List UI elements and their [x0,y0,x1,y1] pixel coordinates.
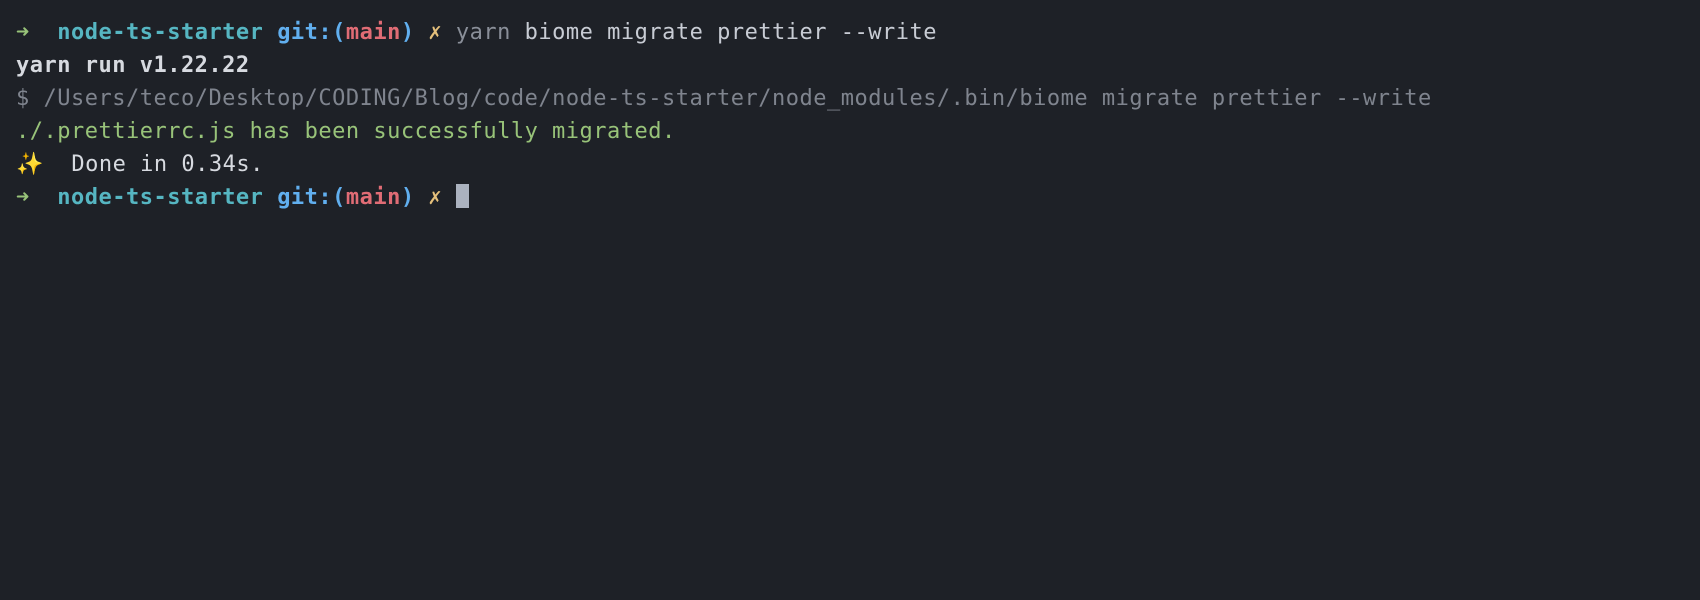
git-branch: main [346,20,401,45]
prompt-directory: node-ts-starter [57,185,263,210]
done-line: ✨ Done in 0.34s. [16,148,1684,181]
git-dirty-icon: ✗ [428,20,442,45]
exec-path-line: $ /Users/teco/Desktop/CODING/Blog/code/n… [16,82,1684,115]
prompt-arrow-icon: ➜ [16,185,30,210]
cursor[interactable] [456,184,469,208]
exec-prefix: $ [16,86,44,111]
command-first-word: yarn [456,20,511,45]
exec-path: /Users/teco/Desktop/CODING/Blog/code/nod… [44,86,1432,111]
command-rest: biome migrate prettier --write [525,20,937,45]
git-paren-open: ( [332,20,346,45]
prompt-line-2: ➜ node-ts-starter git:(main) ✗ [16,181,1684,214]
migrated-file: ./.prettierrc.js [16,119,236,144]
git-paren-close: ) [401,185,415,210]
migration-line: ./.prettierrc.js has been successfully m… [16,115,1684,148]
git-paren-close: ) [401,20,415,45]
yarn-version-line: yarn run v1.22.22 [16,49,1684,82]
migration-message: has been successfully migrated. [236,119,676,144]
git-label: git: [277,20,332,45]
prompt-directory: node-ts-starter [57,20,263,45]
terminal[interactable]: ➜ node-ts-starter git:(main) ✗ yarn biom… [16,16,1684,214]
git-paren-open: ( [332,185,346,210]
prompt-arrow-icon: ➜ [16,20,30,45]
git-label: git: [277,185,332,210]
git-branch: main [346,185,401,210]
git-dirty-icon: ✗ [428,185,442,210]
done-text: Done in 0.34s. [44,152,264,177]
sparkle-icon: ✨ [16,152,44,177]
prompt-line-1: ➜ node-ts-starter git:(main) ✗ yarn biom… [16,16,1684,49]
